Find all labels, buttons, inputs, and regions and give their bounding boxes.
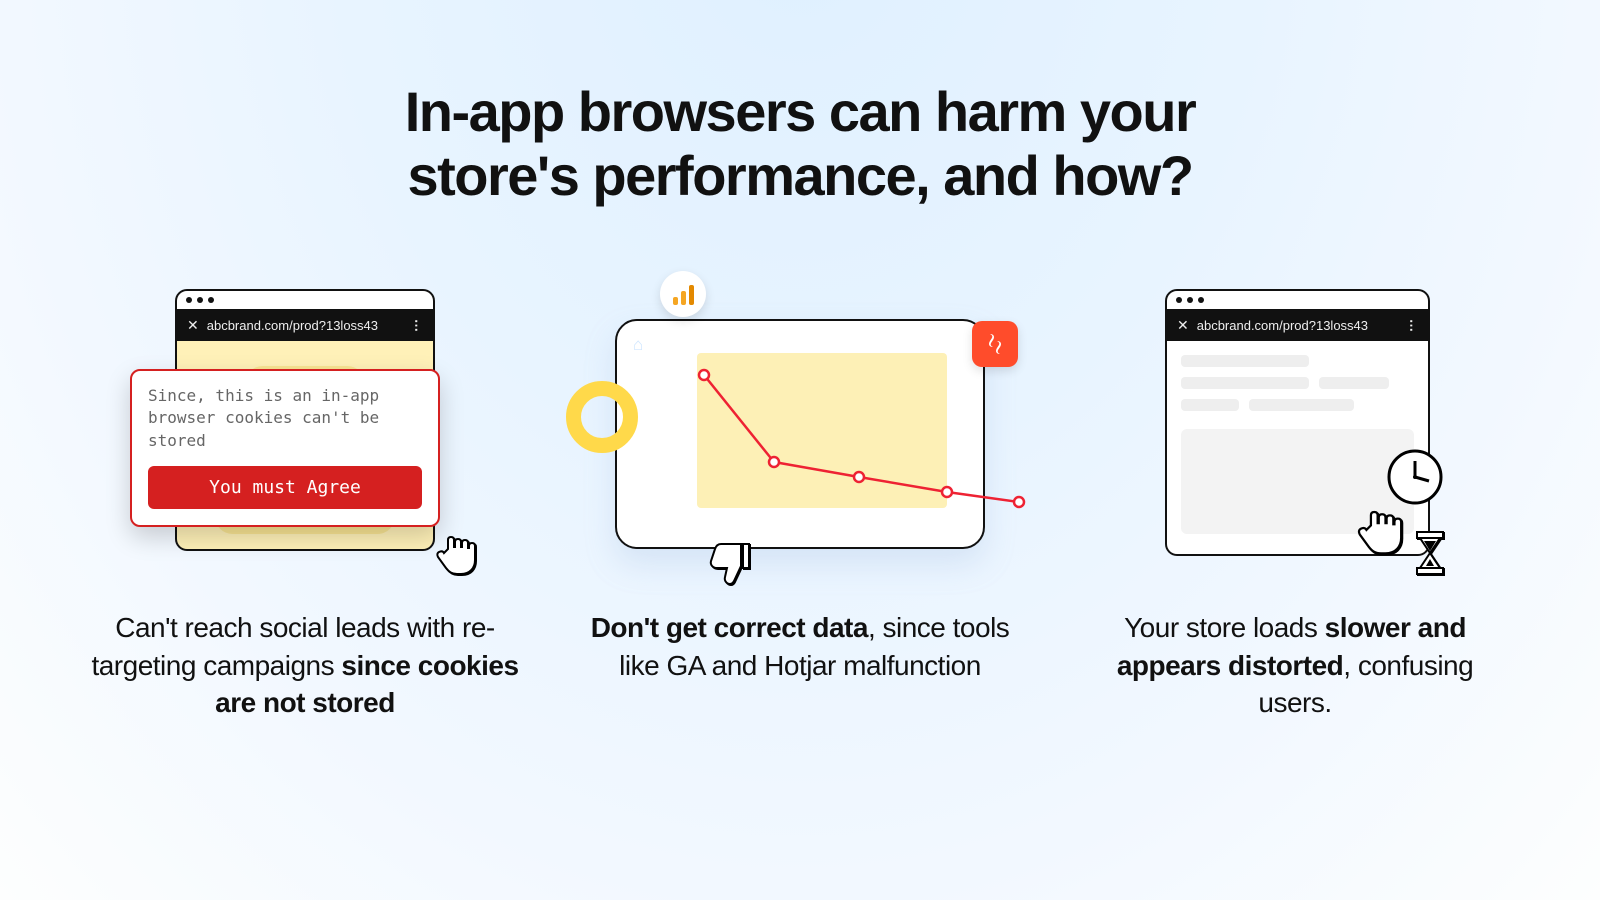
cursor-hand-icon bbox=[434, 529, 480, 584]
cap-text: Your store loads bbox=[1124, 612, 1325, 643]
hourglass-icon bbox=[1413, 530, 1447, 581]
traffic-dot-icon bbox=[197, 297, 203, 303]
caption-cookies: Can't reach social leads with re-targeti… bbox=[90, 609, 520, 722]
skeleton-line bbox=[1181, 377, 1309, 389]
traffic-dot-icon bbox=[208, 297, 214, 303]
panels-row: ✕ abcbrand.com/prod?13loss43 ⋯ Since, th… bbox=[0, 289, 1600, 722]
skeleton-line bbox=[1181, 355, 1309, 367]
illustration-slow: ✕ abcbrand.com/prod?13loss43 ⋯ bbox=[1095, 289, 1495, 579]
traffic-dot-icon bbox=[1198, 297, 1204, 303]
agree-button[interactable]: You must Agree bbox=[148, 466, 422, 509]
google-analytics-icon bbox=[660, 271, 706, 317]
page-title: In-app browsers can harm your store's pe… bbox=[0, 0, 1600, 209]
address-bar: ✕ abcbrand.com/prod?13loss43 ⋯ bbox=[1165, 311, 1430, 341]
address-bar: ✕ abcbrand.com/prod?13loss43 ⋯ bbox=[175, 311, 435, 341]
skeleton-line bbox=[1319, 377, 1389, 389]
kebab-menu-icon: ⋯ bbox=[1403, 319, 1419, 333]
cap-bold: Don't get correct data bbox=[591, 612, 868, 643]
thumbs-down-icon bbox=[705, 536, 761, 597]
illustration-analytics: ⌂ bbox=[600, 289, 1000, 579]
window-titlebar bbox=[1165, 289, 1430, 311]
hotjar-icon bbox=[972, 321, 1018, 367]
line-chart bbox=[699, 367, 1029, 547]
traffic-dot-icon bbox=[186, 297, 192, 303]
skeleton-line bbox=[1181, 399, 1239, 411]
caption-analytics: Don't get correct data, since tools like… bbox=[585, 609, 1015, 685]
kebab-menu-icon: ⋯ bbox=[408, 319, 424, 333]
illustration-cookies: ✕ abcbrand.com/prod?13loss43 ⋯ Since, th… bbox=[105, 289, 505, 579]
url-text: abcbrand.com/prod?13loss43 bbox=[207, 318, 401, 333]
skeleton-row bbox=[1181, 399, 1414, 421]
window-titlebar bbox=[175, 289, 435, 311]
heading-line-1: In-app browsers can harm your bbox=[405, 80, 1195, 143]
close-icon: ✕ bbox=[1177, 317, 1189, 334]
cookie-alert: Since, this is an in-app browser cookies… bbox=[130, 369, 440, 527]
heading-line-2: store's performance, and how? bbox=[407, 144, 1192, 207]
panel-cookies: ✕ abcbrand.com/prod?13loss43 ⋯ Since, th… bbox=[85, 289, 525, 722]
panel-slow: ✕ abcbrand.com/prod?13loss43 ⋯ bbox=[1075, 289, 1515, 722]
skeleton-line bbox=[1249, 399, 1354, 411]
home-icon: ⌂ bbox=[633, 335, 643, 355]
traffic-dot-icon bbox=[1187, 297, 1193, 303]
cursor-hand-icon bbox=[1355, 503, 1407, 564]
panel-analytics: ⌂ bbox=[580, 289, 1020, 722]
close-icon: ✕ bbox=[187, 317, 199, 334]
skeleton-row bbox=[1181, 377, 1414, 399]
traffic-dot-icon bbox=[1176, 297, 1182, 303]
analytics-card: ⌂ bbox=[615, 319, 985, 549]
alert-message: Since, this is an in-app browser cookies… bbox=[148, 385, 422, 452]
caption-slow: Your store loads slower and appears dist… bbox=[1080, 609, 1510, 722]
ring-icon bbox=[566, 381, 638, 453]
clock-icon bbox=[1385, 447, 1445, 507]
url-text: abcbrand.com/prod?13loss43 bbox=[1197, 318, 1396, 333]
